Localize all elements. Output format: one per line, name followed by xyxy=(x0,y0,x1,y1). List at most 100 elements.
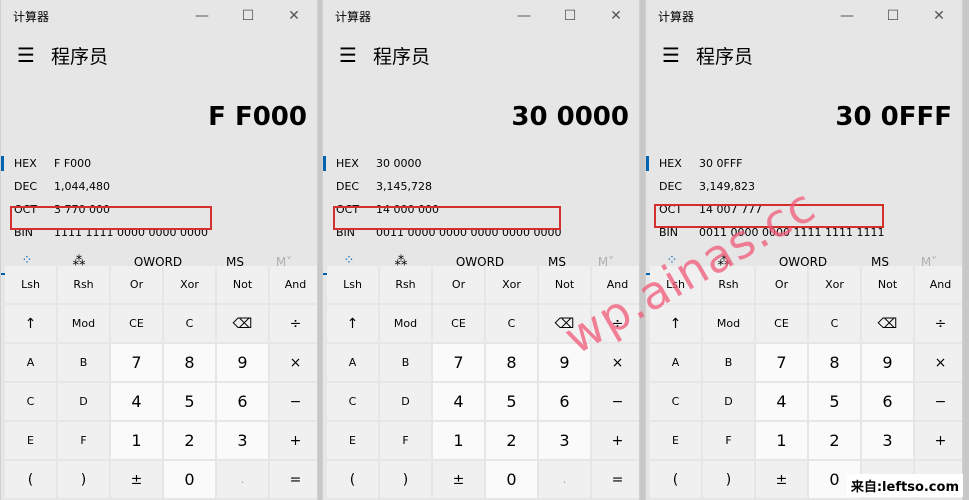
key-9[interactable]: C xyxy=(164,305,215,342)
key-14[interactable]: 7 xyxy=(111,344,162,381)
key-3[interactable]: Xor xyxy=(486,266,537,303)
key-26[interactable]: 1 xyxy=(756,422,807,459)
key-17[interactable]: × xyxy=(915,344,962,381)
key-21[interactable]: 5 xyxy=(164,383,215,420)
key-32[interactable]: ± xyxy=(111,461,162,498)
key-4[interactable]: Not xyxy=(862,266,913,303)
key-1[interactable]: Rsh xyxy=(703,266,754,303)
key-11[interactable]: ÷ xyxy=(270,305,317,342)
key-30[interactable]: ( xyxy=(327,461,378,498)
key-0[interactable]: Lsh xyxy=(327,266,378,303)
key-31[interactable]: ) xyxy=(703,461,754,498)
key-29[interactable]: + xyxy=(270,422,317,459)
minimize-button[interactable]: — xyxy=(501,0,547,32)
key-17[interactable]: × xyxy=(592,344,639,381)
hamburger-menu-icon[interactable]: ☰ xyxy=(323,43,373,67)
radix-hex[interactable]: HEX 30 0000 xyxy=(323,152,639,175)
key-11[interactable]: ÷ xyxy=(592,305,639,342)
key-9[interactable]: C xyxy=(486,305,537,342)
key-20[interactable]: 4 xyxy=(433,383,484,420)
key-8[interactable]: CE xyxy=(433,305,484,342)
key-7[interactable]: Mod xyxy=(703,305,754,342)
key-31[interactable]: ) xyxy=(380,461,431,498)
key-7[interactable]: Mod xyxy=(380,305,431,342)
key-20[interactable]: 4 xyxy=(756,383,807,420)
maximize-button[interactable]: ☐ xyxy=(870,0,916,32)
key-27[interactable]: 2 xyxy=(164,422,215,459)
key-6[interactable]: ↑ xyxy=(650,305,701,342)
key-3[interactable]: Xor xyxy=(164,266,215,303)
key-34[interactable]: . xyxy=(217,461,268,498)
key-12[interactable]: A xyxy=(650,344,701,381)
key-33[interactable]: 0 xyxy=(164,461,215,498)
key-26[interactable]: 1 xyxy=(433,422,484,459)
key-7[interactable]: Mod xyxy=(58,305,109,342)
key-2[interactable]: Or xyxy=(756,266,807,303)
key-0[interactable]: Lsh xyxy=(5,266,56,303)
key-4[interactable]: Not xyxy=(539,266,590,303)
radix-hex[interactable]: HEX 30 0FFF xyxy=(646,152,962,175)
minimize-button[interactable]: — xyxy=(824,0,870,32)
key-21[interactable]: 5 xyxy=(809,383,860,420)
key-0[interactable]: Lsh xyxy=(650,266,701,303)
key-26[interactable]: 1 xyxy=(111,422,162,459)
key-13[interactable]: B xyxy=(703,344,754,381)
key-34[interactable]: . xyxy=(539,461,590,498)
radix-dec[interactable]: DEC 1,044,480 xyxy=(1,175,317,198)
key-14[interactable]: 7 xyxy=(433,344,484,381)
key-10[interactable]: ⌫ xyxy=(217,305,268,342)
key-15[interactable]: 8 xyxy=(809,344,860,381)
key-6[interactable]: ↑ xyxy=(327,305,378,342)
key-28[interactable]: 3 xyxy=(862,422,913,459)
key-23[interactable]: − xyxy=(915,383,962,420)
key-30[interactable]: ( xyxy=(5,461,56,498)
key-24[interactable]: E xyxy=(5,422,56,459)
key-24[interactable]: E xyxy=(650,422,701,459)
key-22[interactable]: 6 xyxy=(539,383,590,420)
key-24[interactable]: E xyxy=(327,422,378,459)
close-button[interactable]: ✕ xyxy=(271,0,317,32)
key-32[interactable]: ± xyxy=(433,461,484,498)
key-8[interactable]: CE xyxy=(756,305,807,342)
key-21[interactable]: 5 xyxy=(486,383,537,420)
key-9[interactable]: C xyxy=(809,305,860,342)
key-18[interactable]: C xyxy=(327,383,378,420)
key-19[interactable]: D xyxy=(380,383,431,420)
key-16[interactable]: 9 xyxy=(217,344,268,381)
hamburger-menu-icon[interactable]: ☰ xyxy=(1,43,51,67)
key-3[interactable]: Xor xyxy=(809,266,860,303)
key-19[interactable]: D xyxy=(703,383,754,420)
key-15[interactable]: 8 xyxy=(486,344,537,381)
key-5[interactable]: And xyxy=(270,266,317,303)
key-4[interactable]: Not xyxy=(217,266,268,303)
minimize-button[interactable]: — xyxy=(179,0,225,32)
key-23[interactable]: − xyxy=(592,383,639,420)
key-27[interactable]: 2 xyxy=(486,422,537,459)
key-18[interactable]: C xyxy=(650,383,701,420)
key-31[interactable]: ) xyxy=(58,461,109,498)
key-23[interactable]: − xyxy=(270,383,317,420)
key-20[interactable]: 4 xyxy=(111,383,162,420)
key-8[interactable]: CE xyxy=(111,305,162,342)
key-29[interactable]: + xyxy=(592,422,639,459)
key-30[interactable]: ( xyxy=(650,461,701,498)
close-button[interactable]: ✕ xyxy=(593,0,639,32)
key-10[interactable]: ⌫ xyxy=(862,305,913,342)
key-33[interactable]: 0 xyxy=(486,461,537,498)
maximize-button[interactable]: ☐ xyxy=(547,0,593,32)
key-13[interactable]: B xyxy=(380,344,431,381)
key-2[interactable]: Or xyxy=(433,266,484,303)
key-27[interactable]: 2 xyxy=(809,422,860,459)
key-35[interactable]: = xyxy=(270,461,317,498)
key-25[interactable]: F xyxy=(380,422,431,459)
key-16[interactable]: 9 xyxy=(862,344,913,381)
key-22[interactable]: 6 xyxy=(217,383,268,420)
key-17[interactable]: × xyxy=(270,344,317,381)
key-6[interactable]: ↑ xyxy=(5,305,56,342)
radix-dec[interactable]: DEC 3,145,728 xyxy=(323,175,639,198)
key-14[interactable]: 7 xyxy=(756,344,807,381)
key-18[interactable]: C xyxy=(5,383,56,420)
key-13[interactable]: B xyxy=(58,344,109,381)
hamburger-menu-icon[interactable]: ☰ xyxy=(646,43,696,67)
key-16[interactable]: 9 xyxy=(539,344,590,381)
